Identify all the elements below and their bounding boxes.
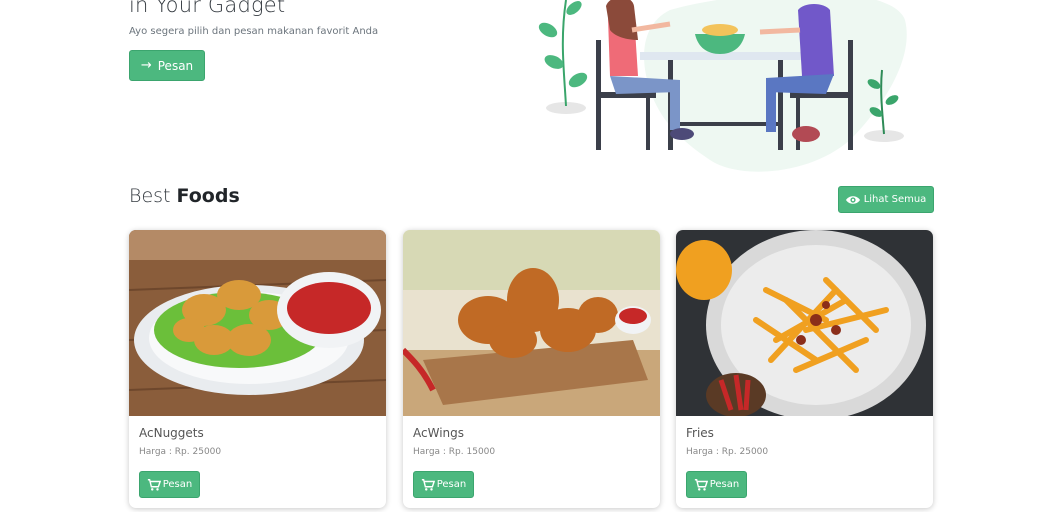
- food-card: Fries Harga : Rp. 25000 Pesan: [676, 230, 933, 508]
- hero-subtitle: Ayo segera pilih dan pesan makanan favor…: [129, 26, 379, 37]
- food-card: AcNuggets Harga : Rp. 25000 Pesan: [129, 230, 386, 508]
- see-all-label: Lihat Semua: [863, 194, 927, 205]
- dining-couple-illustration: [538, 0, 907, 172]
- section-title-light: Best: [129, 185, 177, 207]
- order-button-acwings[interactable]: Pesan: [413, 471, 474, 498]
- hero-order-button-label: Pesan: [157, 58, 194, 73]
- section-title-bold: Foods: [176, 185, 240, 207]
- arrow-right-icon: →: [140, 58, 152, 73]
- order-button-label: Pesan: [709, 479, 740, 490]
- cart-icon: [694, 478, 708, 491]
- section-title: Best Foods: [129, 185, 240, 207]
- food-card: AcWings Harga : Rp. 15000 Pesan: [403, 230, 660, 508]
- food-name: Fries: [686, 426, 714, 440]
- order-button-label: Pesan: [162, 479, 193, 490]
- food-image-wings: [403, 230, 660, 416]
- cart-icon: [421, 478, 435, 491]
- food-name: AcWings: [413, 426, 465, 440]
- food-image-nuggets: [129, 230, 386, 416]
- order-button-fries[interactable]: Pesan: [686, 471, 747, 498]
- order-button-acnuggets[interactable]: Pesan: [139, 471, 200, 498]
- food-price: Harga : Rp. 15000: [413, 447, 496, 457]
- order-button-label: Pesan: [436, 479, 467, 490]
- cart-icon: [147, 478, 161, 491]
- food-name: AcNuggets: [139, 426, 204, 440]
- hero-order-button[interactable]: → Pesan: [129, 50, 205, 81]
- see-all-button[interactable]: Lihat Semua: [838, 186, 934, 213]
- hero-title: in Your Gadget: [129, 0, 286, 17]
- food-price: Harga : Rp. 25000: [686, 447, 769, 457]
- eye-icon: [845, 195, 860, 204]
- food-image-fries: [676, 230, 933, 416]
- food-price: Harga : Rp. 25000: [139, 447, 222, 457]
